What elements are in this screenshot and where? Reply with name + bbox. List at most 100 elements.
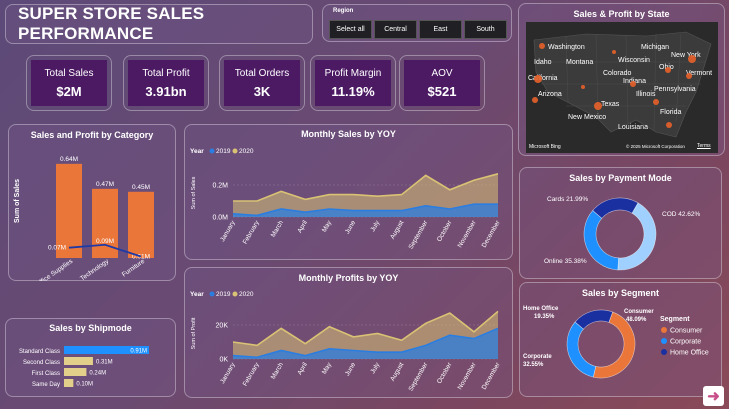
monthly-sales-ytick: 0.2M — [212, 183, 228, 190]
shipmode-value-label: 0.31M — [96, 360, 113, 366]
segment-legend-dot — [661, 338, 667, 344]
payment-slice-cod — [617, 202, 657, 271]
kpi-value: 3K — [253, 83, 271, 99]
shipmode-value-label: 0.91M — [130, 349, 147, 355]
shipmode-bar — [64, 368, 87, 376]
monthly-sales-xtick: November — [457, 219, 478, 249]
kpi-value: $521 — [427, 83, 457, 99]
monthly-sales-xtick: December — [481, 219, 502, 249]
monthly-sales-xtick: January — [219, 219, 237, 243]
map-label-pennsylvania: Pennsylvania — [654, 86, 696, 93]
segment-chart: Consumer 48.09% Corporate 32.55% Home Office… — [523, 306, 709, 379]
monthly-profit-ytick: 0K — [219, 357, 228, 364]
map-panel: Sales & Profit by State Washington Monta… — [518, 3, 725, 156]
next-page-button[interactable]: ➜ — [703, 386, 724, 406]
category-ylabel: Sum of Sales — [14, 179, 21, 223]
category-panel: Sales and Profit by Category Sum of Sale… — [8, 124, 176, 281]
category-sales-bar — [128, 191, 154, 258]
region-east-button[interactable]: East — [419, 20, 462, 39]
monthly-profit-legend-dot-2020 — [232, 291, 238, 297]
monthly-sales-panel: Monthly Sales by YOY Year 2019 2020 Sum of … — [184, 124, 513, 260]
map-label-florida: Florida — [660, 109, 682, 116]
category-tick-label: Furniture — [121, 258, 147, 279]
shipmode-value-label: 0.24M — [89, 371, 106, 377]
dashboard-title-card: SUPER STORE SALES PERFORMANCE — [5, 4, 313, 44]
monthly-profit-legend-2020: 2020 — [239, 291, 254, 298]
kpi-value: 3.91bn — [145, 83, 187, 99]
category-sales-label: 0.47M — [96, 181, 114, 188]
monthly-sales-legend-title: Year — [190, 148, 204, 155]
region-south-button[interactable]: South — [464, 20, 507, 39]
monthly-sales-xtick: February — [242, 219, 261, 246]
category-chart: Sum of Sales 0.64M 0.07M Office Supplies 0.4… — [14, 156, 154, 281]
map-label-washington: Washington — [548, 44, 585, 51]
segment-panel: Sales by Segment Consumer 48.09% Corporate… — [519, 282, 722, 397]
payment-chart: COD 42.62% Online 35.38% Cards 21.99% — [544, 196, 701, 271]
payment-title: Sales by Payment Mode — [569, 173, 672, 183]
category-title: Sales and Profit by Category — [30, 130, 154, 140]
kpi-value: 11.19% — [331, 83, 375, 99]
category-tick-label: Office Supplies — [34, 257, 74, 281]
map-label-indiana: Indiana — [623, 78, 646, 85]
segment-pct-consumer: 48.09% — [626, 317, 647, 323]
map-label-ohio: Ohio — [659, 64, 674, 71]
monthly-profit-chart: Year 2019 2020 Sum of Profit 0K 20K January Feb… — [190, 291, 502, 393]
category-sales-label: 0.64M — [60, 156, 78, 163]
monthly-profit-ytick: 20K — [216, 323, 229, 330]
kpi-label: Total Sales — [44, 67, 94, 79]
monthly-sales-xtick: May — [321, 219, 334, 234]
monthly-sales-legend-2019: 2019 — [216, 148, 231, 155]
monthly-sales-ylabel: Sum of Sales — [191, 176, 197, 209]
kpi-total-sales: Total Sales $2M — [26, 55, 112, 111]
segment-pct-corporate: 32.55% — [523, 362, 544, 368]
kpi-profit-margin: Profit Margin 11.19% — [310, 55, 396, 111]
segment-title: Sales by Segment — [581, 288, 660, 298]
region-central-button[interactable]: Central — [374, 20, 417, 39]
kpi-total-profit: Total Profit 3.91bn — [123, 55, 209, 111]
monthly-sales-xtick: June — [344, 219, 357, 235]
monthly-sales-chart: Year 2019 2020 Sum of Sales 0.0M 0.2M January F… — [190, 148, 502, 251]
monthly-profit-xtick: March — [270, 361, 285, 380]
region-select-all-button[interactable]: Select all — [329, 20, 372, 39]
shipmode-bar — [64, 357, 93, 365]
monthly-profit-ylabel: Sum of Profit — [191, 317, 197, 349]
segment-label-consumer: Consumer — [624, 309, 654, 315]
monthly-profit-legend-dot-2019 — [209, 291, 215, 297]
payment-panel: Sales by Payment Mode COD 42.62% Online 3… — [519, 167, 722, 279]
segment-slice-corporate — [566, 321, 597, 378]
segment-legend-dot — [661, 327, 667, 333]
map-label-colorado: Colorado — [603, 70, 632, 77]
segment-pct-home-office: 19.35% — [534, 314, 555, 320]
monthly-profit-xtick: April — [296, 361, 309, 376]
payment-label-online: Online 35.38% — [544, 258, 587, 265]
map-credit-bing: Microsoft Bing — [529, 144, 561, 150]
monthly-profit-xtick: November — [457, 361, 478, 391]
segment-legend-item: Corporate — [670, 339, 701, 346]
monthly-profit-xtick: June — [344, 361, 357, 377]
map-label-new-york: New York — [671, 52, 701, 59]
kpi-total-orders: Total Orders 3K — [219, 55, 305, 111]
payment-slice-cards — [592, 197, 639, 219]
monthly-sales-legend-dot-2020 — [232, 148, 238, 154]
segment-legend-dot — [661, 349, 667, 355]
payment-label-cards: Cards 21.99% — [547, 196, 588, 203]
map-label-vermont: Vermont — [686, 70, 713, 77]
monthly-sales-ytick: 0.0M — [212, 215, 228, 222]
shipmode-tick-label: Same Day — [32, 382, 60, 388]
segment-slice-home-office — [574, 309, 614, 330]
category-sales-label: 0.45M — [132, 184, 150, 191]
category-profit-label: 0.09M — [96, 238, 114, 245]
map-label-texas: Texas — [601, 101, 620, 108]
map-label-arizona: Arizona — [538, 91, 562, 98]
monthly-profit-title: Monthly Profits by YOY — [298, 273, 399, 283]
map-label-montana: Montana — [566, 59, 594, 66]
shipmode-chart: Standard Class 0.91M Second Class 0.31M Firs… — [19, 346, 149, 388]
shipmode-value-label: 0.10M — [76, 382, 93, 388]
category-profit-label: 0.07M — [48, 245, 66, 252]
segment-legend-item: Home Office — [670, 350, 709, 357]
monthly-profit-xtick: February — [242, 361, 261, 388]
map-label-louisiana: Louisiana — [618, 124, 648, 131]
monthly-sales-xtick: March — [270, 219, 285, 238]
map-terms-link[interactable]: Terms — [697, 143, 711, 149]
us-map[interactable]: Washington Montana Idaho California Colo… — [526, 22, 718, 153]
